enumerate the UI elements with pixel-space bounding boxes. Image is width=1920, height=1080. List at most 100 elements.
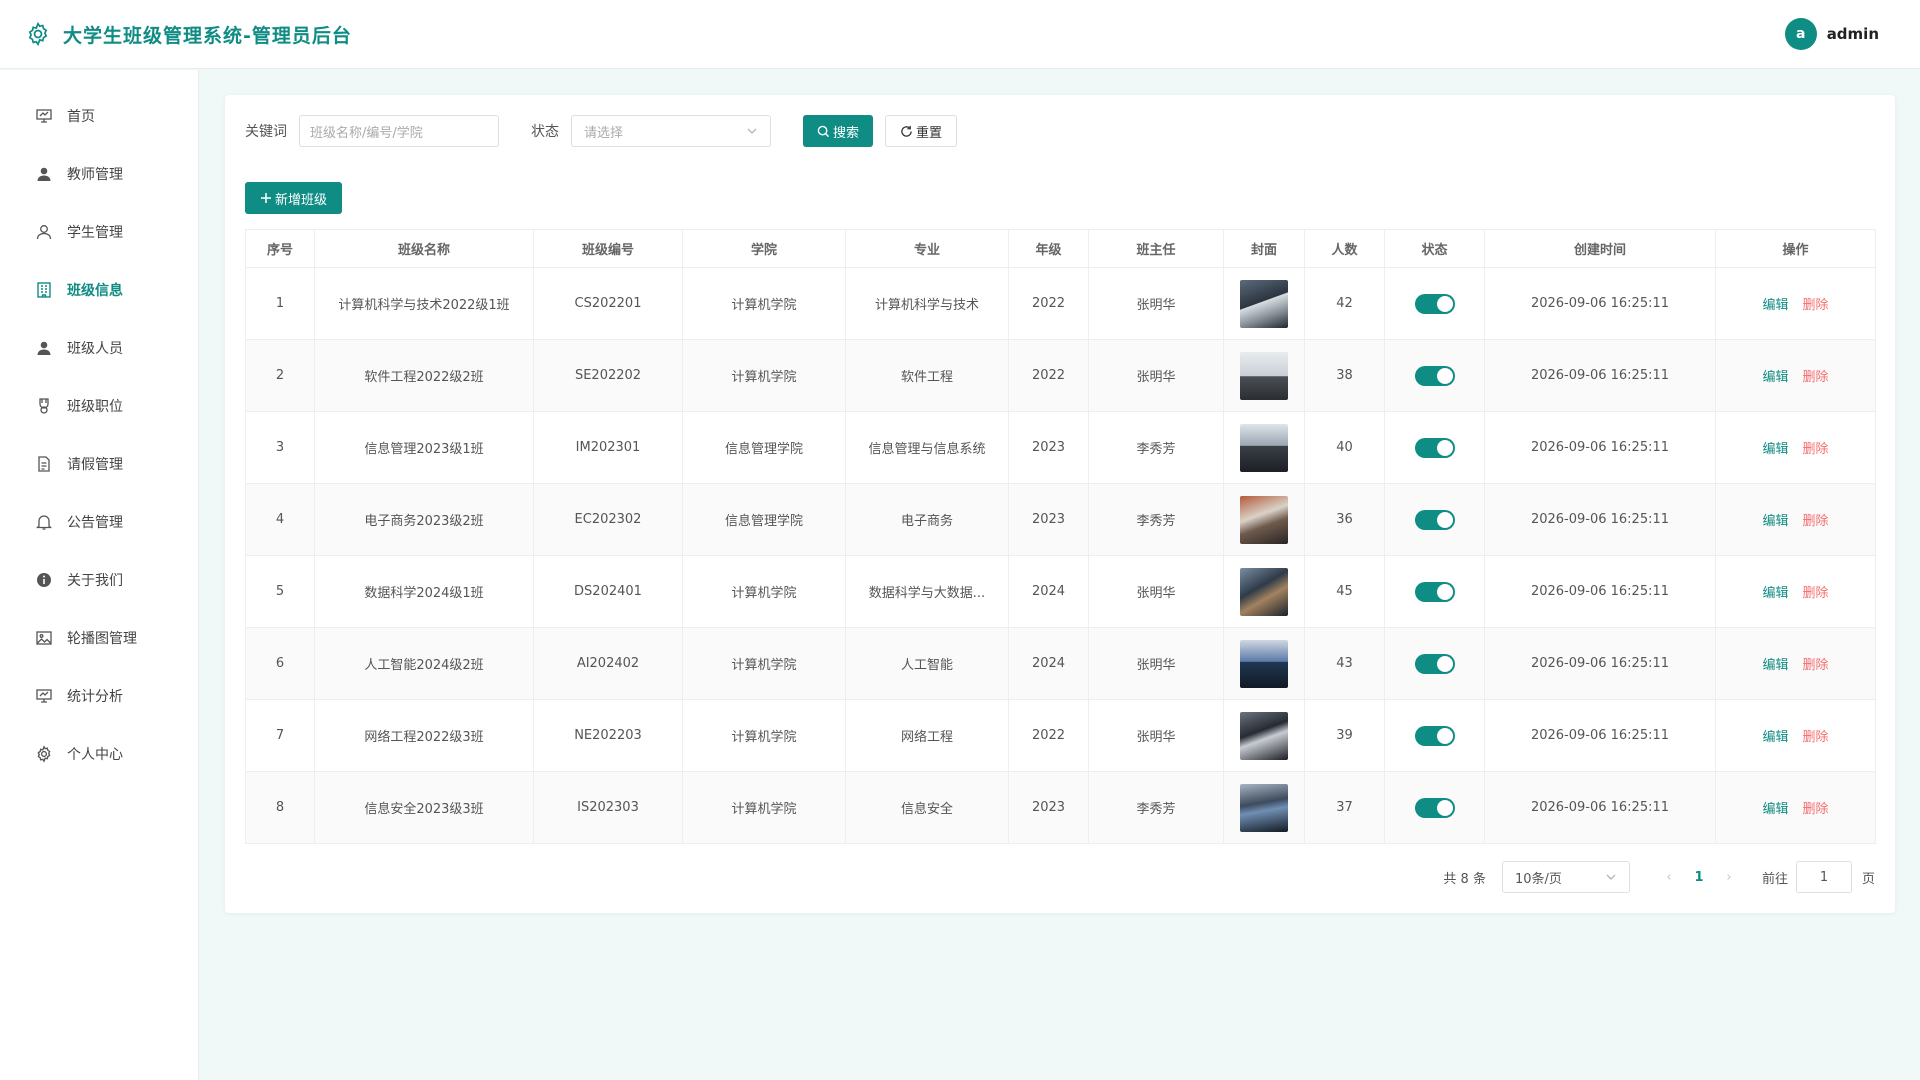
sidebar-item-1[interactable]: 教师管理 <box>0 145 198 203</box>
edit-button[interactable]: 编辑 <box>1762 658 1788 673</box>
status-toggle[interactable] <box>1414 797 1455 818</box>
cell-created: 2026-09-06 16:25:11 <box>1484 411 1716 484</box>
delete-button[interactable]: 删除 <box>1803 586 1829 601</box>
cover-image[interactable] <box>1240 567 1288 616</box>
sidebar-item-5[interactable]: 班级职位 <box>0 377 198 435</box>
page-size-select[interactable]: 10条/页 <box>1501 861 1630 893</box>
page-number[interactable]: 1 <box>1684 870 1714 885</box>
cell-grade: 2023 <box>1008 483 1089 556</box>
cell-major: 计算机科学与技术 <box>845 267 1009 340</box>
sidebar-item-label: 学生管理 <box>67 225 123 241</box>
cover-image[interactable] <box>1240 351 1288 400</box>
cell-teacher: 张明华 <box>1088 555 1224 628</box>
plus-icon <box>260 192 272 204</box>
sidebar-item-8[interactable]: 关于我们 <box>0 551 198 609</box>
edit-button[interactable]: 编辑 <box>1762 586 1788 601</box>
sidebar-item-10[interactable]: 统计分析 <box>0 667 198 725</box>
sidebar-item-label: 班级职位 <box>67 399 123 415</box>
edit-button[interactable]: 编辑 <box>1762 514 1788 529</box>
delete-button[interactable]: 删除 <box>1803 802 1829 817</box>
sidebar-item-label: 统计分析 <box>67 689 123 705</box>
column-header: 年级 <box>1008 229 1089 268</box>
sidebar-item-9[interactable]: 轮播图管理 <box>0 609 198 667</box>
edit-button[interactable]: 编辑 <box>1762 730 1788 745</box>
cover-image[interactable] <box>1240 423 1288 472</box>
search-button[interactable]: 搜索 <box>803 115 874 147</box>
cell-no: 8 <box>245 771 315 844</box>
sidebar-item-label: 关于我们 <box>67 573 123 589</box>
status-toggle[interactable] <box>1414 653 1455 674</box>
delete-button[interactable]: 删除 <box>1803 298 1829 313</box>
edit-button[interactable]: 编辑 <box>1762 370 1788 385</box>
status-toggle[interactable] <box>1414 365 1455 386</box>
main-card: 关键词 班级名称/编号/学院 状态 请选择 搜索 重置 新增班级 序号 班级名称… <box>225 95 1895 913</box>
sidebar-item-7[interactable]: 公告管理 <box>0 493 198 551</box>
delete-button[interactable]: 删除 <box>1803 370 1829 385</box>
status-toggle[interactable] <box>1414 437 1455 458</box>
delete-button[interactable]: 删除 <box>1803 514 1829 529</box>
goto-page-input[interactable]: 1 <box>1795 861 1852 893</box>
reset-button[interactable]: 重置 <box>885 115 958 147</box>
delete-button[interactable]: 删除 <box>1803 730 1829 745</box>
cell-grade: 2022 <box>1008 267 1089 340</box>
cell-college: 信息管理学院 <box>682 483 846 556</box>
cell-actions: 编辑 删除 <box>1715 555 1876 628</box>
cell-count: 39 <box>1304 699 1385 772</box>
user-menu[interactable]: a admin <box>1784 18 1879 50</box>
keyword-input[interactable]: 班级名称/编号/学院 <box>299 115 499 147</box>
status-select[interactable]: 请选择 <box>571 115 771 147</box>
column-header: 班级名称 <box>314 229 534 268</box>
sidebar-item-0[interactable]: 首页 <box>0 87 198 145</box>
gear-icon <box>35 745 53 763</box>
next-page-icon[interactable]: › <box>1714 870 1744 885</box>
cell-college: 计算机学院 <box>682 771 846 844</box>
cell-cover <box>1223 267 1305 340</box>
cell-name: 信息管理2023级1班 <box>314 411 534 484</box>
username[interactable]: admin <box>1827 25 1879 43</box>
keyword-label: 关键词 <box>245 124 287 140</box>
avatar[interactable]: a <box>1784 18 1817 50</box>
cover-image[interactable] <box>1240 783 1288 832</box>
cell-cover <box>1223 555 1305 628</box>
sidebar: 首页 教师管理学生管理班级信息班级人员班级职位请假管理 公告管理关于我们轮播图管理统… <box>0 70 199 1080</box>
edit-button[interactable]: 编辑 <box>1762 442 1788 457</box>
sidebar-item-2[interactable]: 学生管理 <box>0 203 198 261</box>
status-toggle[interactable] <box>1414 725 1455 746</box>
status-toggle[interactable] <box>1414 581 1455 602</box>
delete-button[interactable]: 删除 <box>1803 442 1829 457</box>
cell-teacher: 李秀芳 <box>1088 411 1224 484</box>
sidebar-item-6[interactable]: 请假管理 <box>0 435 198 493</box>
cell-count: 45 <box>1304 555 1385 628</box>
cell-major: 网络工程 <box>845 699 1009 772</box>
status-toggle[interactable] <box>1414 293 1455 314</box>
user-outline-icon <box>35 223 53 241</box>
sidebar-item-label: 班级信息 <box>67 283 123 299</box>
cover-image[interactable] <box>1240 495 1288 544</box>
edit-button[interactable]: 编辑 <box>1762 298 1788 313</box>
top-header: 大学生班级管理系统-管理员后台 a admin <box>0 0 1920 69</box>
sidebar-item-4[interactable]: 班级人员 <box>0 319 198 377</box>
cell-actions: 编辑 删除 <box>1715 627 1876 700</box>
prev-page-icon[interactable]: ‹ <box>1654 870 1684 885</box>
cell-teacher: 张明华 <box>1088 339 1224 412</box>
cell-cover <box>1223 483 1305 556</box>
cell-code: AI202402 <box>533 627 683 700</box>
cell-status <box>1384 699 1485 772</box>
cell-actions: 编辑 删除 <box>1715 771 1876 844</box>
class-table-wrapper: 序号 班级名称 班级编号 学院 专业 年级 班主任 封面 人数 状态 创建时间 操作 1 计算机科学与技… <box>245 229 1876 844</box>
bell-icon <box>35 513 53 531</box>
sidebar-item-3[interactable]: 班级信息 <box>0 261 198 319</box>
cell-created: 2026-09-06 16:25:11 <box>1484 627 1716 700</box>
delete-button[interactable]: 删除 <box>1803 658 1829 673</box>
cell-name: 计算机科学与技术2022级1班 <box>314 267 534 340</box>
edit-button[interactable]: 编辑 <box>1762 802 1788 817</box>
cover-image[interactable] <box>1240 279 1288 328</box>
cover-image[interactable] <box>1240 639 1288 688</box>
status-toggle[interactable] <box>1414 509 1455 530</box>
cell-no: 6 <box>245 627 315 700</box>
cell-teacher: 李秀芳 <box>1088 483 1224 556</box>
cell-teacher: 张明华 <box>1088 267 1224 340</box>
add-class-button[interactable]: 新增班级 <box>245 182 343 214</box>
cover-image[interactable] <box>1240 711 1288 760</box>
sidebar-item-11[interactable]: 个人中心 <box>0 725 198 783</box>
